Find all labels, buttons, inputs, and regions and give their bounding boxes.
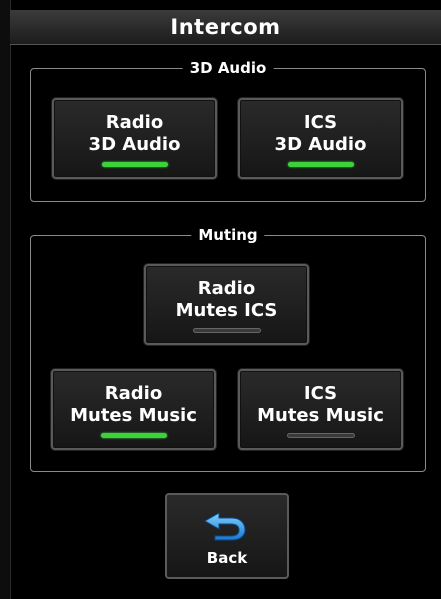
button-label-line1: Radio [105,112,164,133]
status-indicator [192,328,261,333]
status-indicator [100,433,167,438]
title-bar: Intercom [10,10,441,45]
button-label-line2: Mutes ICS [175,300,278,321]
page-title: Intercom [170,15,281,39]
3d-audio-group-label: 3D Audio [182,58,274,78]
left-edge-bezel [0,0,11,599]
status-indicator [286,433,355,438]
button-label-line2: Mutes Music [257,405,384,426]
button-label-line1: Radio [197,278,256,299]
button-label-line2: Mutes Music [70,405,197,426]
back-button[interactable]: Back [165,493,289,579]
muting-group-label: Muting [191,225,265,245]
button-label-line1: Radio [104,383,163,404]
back-arrow-icon [201,507,253,545]
button-label-line1: ICS [303,383,338,404]
ics-mutes-music-button[interactable]: ICS Mutes Music [238,369,403,450]
status-indicator [101,162,168,167]
button-label-line2: 3D Audio [88,134,181,155]
button-label-line1: ICS [303,112,338,133]
status-indicator [287,162,354,167]
radio-3d-audio-button[interactable]: Radio 3D Audio [52,98,217,179]
intercom-screen: Intercom 3D Audio Radio 3D Audio ICS 3D … [0,0,441,599]
radio-mutes-music-button[interactable]: Radio Mutes Music [51,369,216,450]
radio-mutes-ics-button[interactable]: Radio Mutes ICS [144,264,309,345]
back-button-label: Back [206,549,248,567]
button-label-line2: 3D Audio [274,134,367,155]
ics-3d-audio-button[interactable]: ICS 3D Audio [238,98,403,179]
